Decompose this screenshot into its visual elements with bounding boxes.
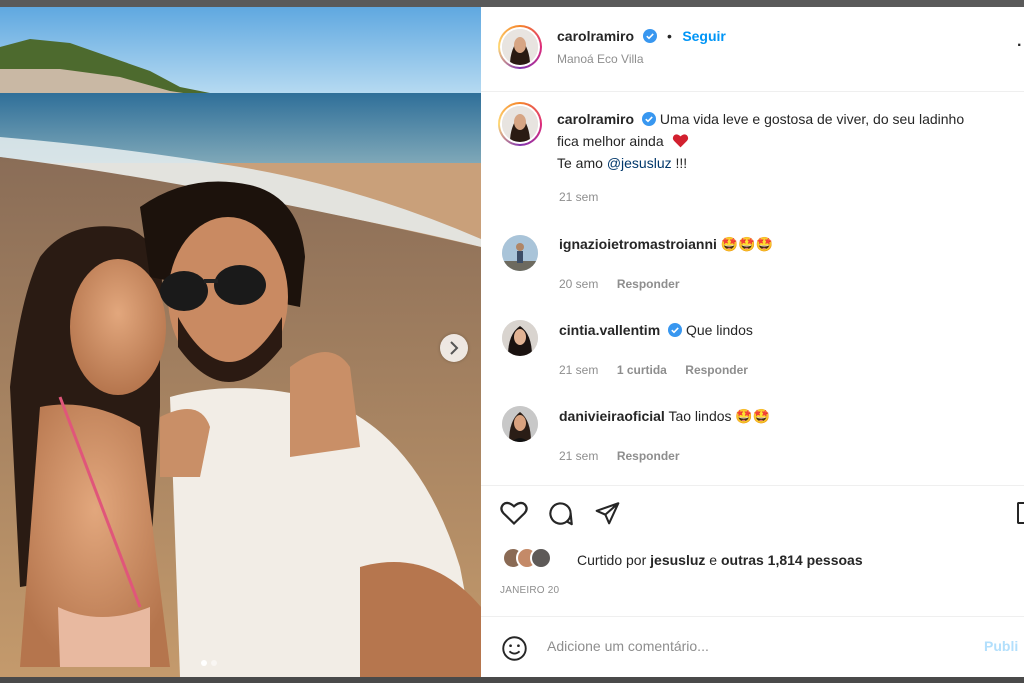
comment-meta: 21 sem Responder — [559, 447, 680, 465]
comment-item: ignazioietromastroianni 🤩🤩🤩 — [559, 233, 773, 255]
follow-button[interactable]: Seguir — [682, 28, 726, 44]
verified-badge-icon — [641, 112, 656, 126]
caption-text-suffix: !!! — [671, 155, 688, 171]
share-button[interactable] — [594, 500, 621, 531]
post-date[interactable]: JANEIRO 20 — [500, 585, 559, 596]
actions-divider — [481, 485, 1024, 486]
carousel-indicator — [201, 660, 217, 666]
post-caption: carolramiro Uma vida leve e gostosa de v… — [557, 108, 1017, 174]
caption-text-line3: Te amo — [557, 155, 607, 171]
caption-timestamp[interactable]: 21 sem — [559, 190, 598, 204]
post-photo[interactable] — [0, 7, 481, 677]
backdrop-bottom — [0, 677, 1024, 683]
beach-selfie-image — [0, 7, 481, 677]
comment-input[interactable]: Adicione um comentário... — [547, 638, 709, 654]
like-button[interactable] — [500, 500, 528, 531]
comment-time[interactable]: 20 sem — [559, 277, 598, 291]
comment-bubble-icon — [549, 502, 573, 526]
liked-by-avatars[interactable] — [502, 547, 562, 571]
reply-button[interactable]: Responder — [617, 277, 680, 291]
chevron-right-icon — [450, 341, 459, 355]
avatar-image — [502, 29, 538, 65]
publish-button[interactable]: Publi — [984, 638, 1018, 654]
paper-plane-icon — [595, 502, 620, 525]
comment-likes[interactable]: 1 curtida — [617, 363, 667, 377]
comment-time[interactable]: 21 sem — [559, 449, 598, 463]
likes-summary[interactable]: Curtido por jesusluz e outras 1,814 pess… — [577, 552, 863, 568]
likes-middle: e — [705, 552, 721, 568]
save-bookmark-icon[interactable] — [1017, 502, 1024, 524]
author-avatar[interactable] — [498, 25, 542, 69]
carousel-dot-active — [201, 660, 207, 666]
post-header: carolramiro • Seguir Manoá Eco Villa · — [481, 7, 1024, 92]
comment-avatar[interactable] — [502, 406, 538, 442]
red-heart-emoji-icon — [672, 134, 688, 148]
caption-avatar[interactable] — [498, 102, 542, 146]
next-photo-button[interactable] — [440, 334, 468, 362]
comment-username[interactable]: cintia.vallentim — [559, 322, 660, 338]
caption-mention-link[interactable]: @jesusluz — [607, 155, 672, 171]
post-side-panel: carolramiro • Seguir Manoá Eco Villa · c… — [481, 7, 1024, 677]
comment-text: 🤩🤩🤩 — [720, 236, 774, 252]
likes-user-link[interactable]: jesusluz — [650, 552, 705, 568]
separator-dot: • — [666, 28, 672, 44]
author-username[interactable]: carolramiro — [557, 28, 634, 44]
comment-avatar[interactable] — [502, 320, 538, 356]
verified-badge-icon — [642, 29, 657, 43]
comment-item: cintia.vallentim Que lindos — [559, 319, 753, 341]
heart-icon — [500, 501, 528, 526]
likes-others-link[interactable]: outras 1,814 pessoas — [721, 552, 863, 568]
emoji-button[interactable] — [501, 635, 528, 667]
backdrop-top — [0, 0, 1024, 7]
comment-meta: 21 sem 1 curtida Responder — [559, 361, 748, 379]
liker-avatar — [530, 547, 552, 569]
comment-button[interactable] — [547, 500, 574, 532]
comment-text: Que lindos — [685, 322, 753, 338]
comment-meta: 20 sem Responder — [559, 275, 680, 293]
avatar-image — [502, 106, 538, 142]
comment-text: Tao lindos 🤩🤩 — [668, 408, 771, 424]
caption-username[interactable]: carolramiro — [557, 111, 634, 127]
more-options-icon[interactable]: · — [1017, 37, 1022, 55]
reply-button[interactable]: Responder — [685, 363, 748, 377]
smiley-icon — [502, 636, 527, 661]
add-comment-bar: Adicione um comentário... Publi — [481, 616, 1024, 677]
caption-text-line2: fica melhor ainda — [557, 133, 664, 149]
reply-button[interactable]: Responder — [617, 449, 680, 463]
verified-badge-icon — [668, 323, 683, 337]
comment-time[interactable]: 21 sem — [559, 363, 598, 377]
caption-text-line1: Uma vida leve e gostosa de viver, do seu… — [659, 111, 965, 127]
likes-prefix: Curtido por — [577, 552, 651, 568]
post-location[interactable]: Manoá Eco Villa — [557, 52, 644, 66]
comment-username[interactable]: ignazioietromastroianni — [559, 236, 717, 252]
carousel-dot — [211, 660, 217, 666]
comment-avatar[interactable] — [502, 235, 538, 271]
comment-username[interactable]: danivieiraoficial — [559, 408, 665, 424]
comment-item: danivieiraoficial Tao lindos 🤩🤩 — [559, 405, 770, 427]
